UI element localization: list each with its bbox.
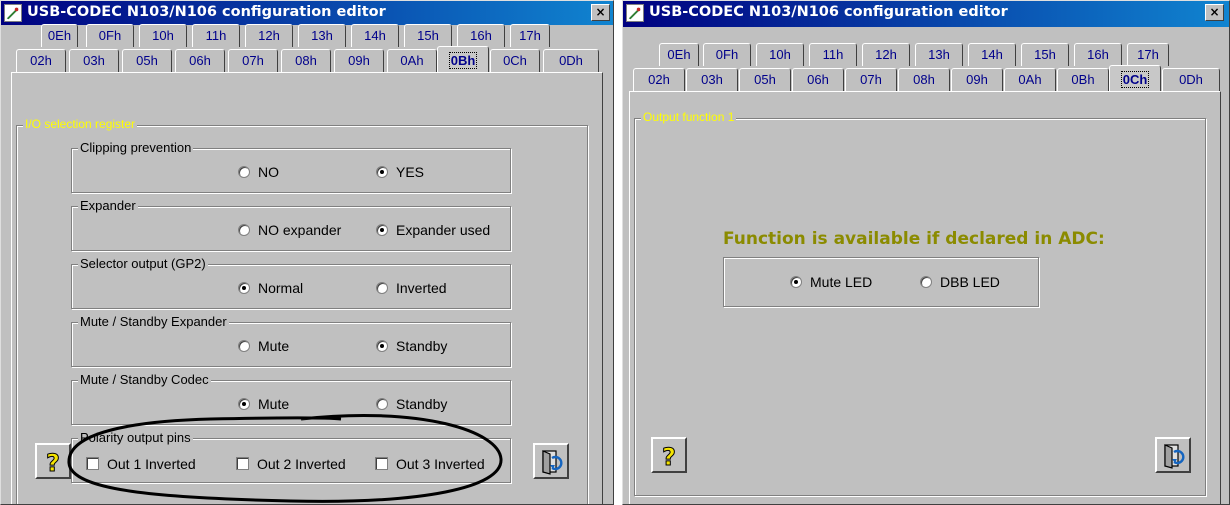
tab-11h[interactable]: 11h bbox=[809, 43, 857, 66]
tab-0Bh-active[interactable]: 0Bh bbox=[437, 46, 489, 72]
tab-08h[interactable]: 08h bbox=[898, 68, 950, 91]
tab-0Dh[interactable]: 0Dh bbox=[1162, 68, 1220, 91]
tab-06h[interactable]: 06h bbox=[792, 68, 844, 91]
tab-14h[interactable]: 14h bbox=[968, 43, 1016, 66]
radio-label: DBB LED bbox=[940, 274, 1000, 290]
group-title: Output function 1 bbox=[641, 110, 737, 124]
radio-indicator bbox=[920, 276, 932, 288]
left-config-window: USB-CODEC N103/N106 configuration editor… bbox=[0, 0, 614, 505]
app-icon bbox=[626, 4, 644, 22]
help-button[interactable]: ? bbox=[651, 437, 687, 473]
radio-dbb-led[interactable]: DBB LED bbox=[920, 274, 1000, 290]
tab-05h[interactable]: 05h bbox=[739, 68, 791, 91]
right-title-bar[interactable]: USB-CODEC N103/N106 configuration editor… bbox=[623, 1, 1229, 27]
svg-text:?: ? bbox=[662, 443, 676, 470]
question-mark-icon: ? bbox=[662, 443, 677, 471]
tab-0Ah[interactable]: 0Ah bbox=[1004, 68, 1056, 91]
led-option-group: Mute LED DBB LED bbox=[723, 257, 1039, 307]
tab-02h[interactable]: 02h bbox=[633, 68, 685, 91]
tab-13h[interactable]: 13h bbox=[915, 43, 963, 66]
close-icon: × bbox=[1209, 5, 1220, 19]
radio-label: Mute LED bbox=[810, 274, 873, 290]
tab-09h[interactable]: 09h bbox=[951, 68, 1003, 91]
tab-12h[interactable]: 12h bbox=[862, 43, 910, 66]
tab-0Eh[interactable]: 0Eh bbox=[659, 43, 699, 66]
right-config-window: USB-CODEC N103/N106 configuration editor… bbox=[622, 0, 1230, 505]
tab-0Ch-active[interactable]: 0Ch bbox=[1109, 65, 1161, 91]
tab-17h[interactable]: 17h bbox=[1127, 43, 1169, 66]
tab-16h[interactable]: 16h bbox=[1074, 43, 1122, 66]
availability-notice: Function is available if declared in ADC… bbox=[723, 229, 1105, 249]
radio-indicator bbox=[790, 276, 802, 288]
radio-mute-led[interactable]: Mute LED bbox=[790, 274, 872, 290]
window-title: USB-CODEC N103/N106 configuration editor bbox=[649, 4, 1008, 20]
tab-07h[interactable]: 07h bbox=[845, 68, 897, 91]
tab-0Fh[interactable]: 0Fh bbox=[703, 43, 751, 66]
apply-button[interactable] bbox=[1155, 437, 1191, 473]
door-refresh-icon bbox=[1164, 444, 1185, 469]
close-button[interactable]: × bbox=[1205, 4, 1224, 21]
annotation-ellipse bbox=[67, 413, 503, 503]
tab-03h[interactable]: 03h bbox=[686, 68, 738, 91]
output-function-group: Output function 1 bbox=[634, 110, 1206, 496]
tab-0Bh[interactable]: 0Bh bbox=[1057, 68, 1109, 91]
tab-15h[interactable]: 15h bbox=[1021, 43, 1069, 66]
tab-10h[interactable]: 10h bbox=[756, 43, 804, 66]
